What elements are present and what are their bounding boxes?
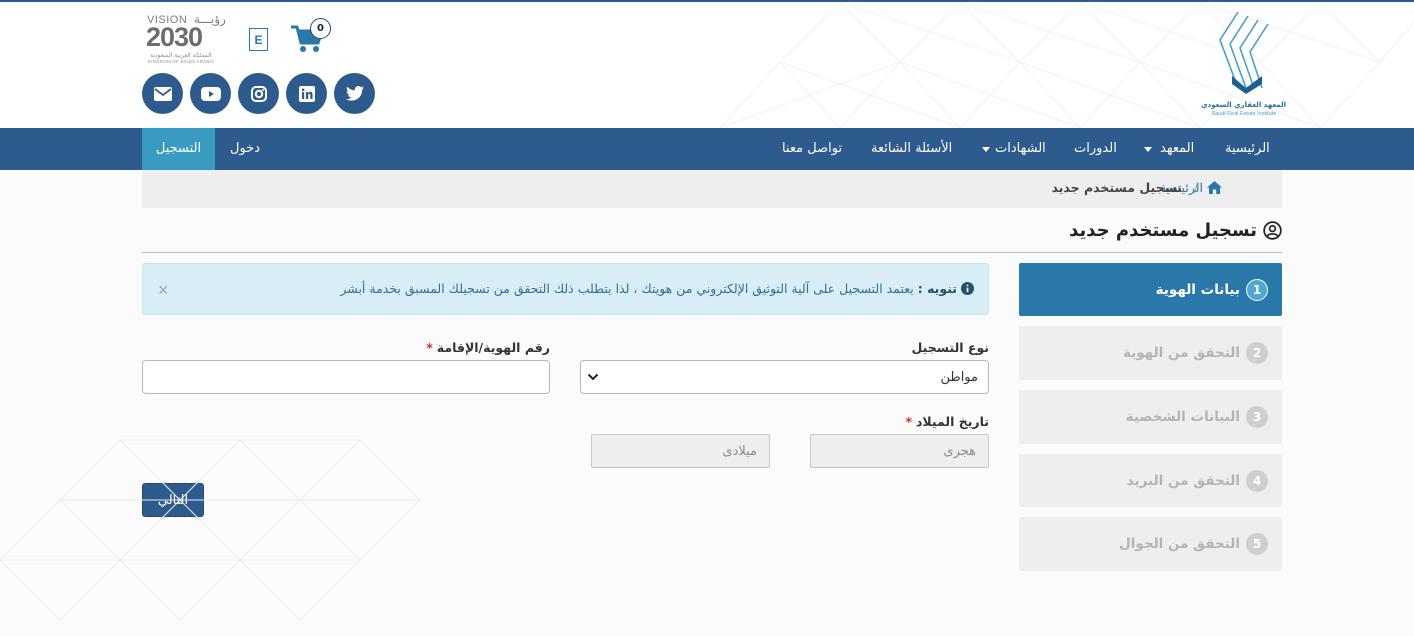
- cart-button[interactable]: 0: [290, 18, 332, 54]
- step-identity-verification: 2 التحقق من الهوية: [1019, 326, 1282, 380]
- instagram-icon: [250, 85, 267, 102]
- step-number: 3: [1246, 406, 1268, 428]
- nav-item-certificates-label: الشهادات: [995, 141, 1046, 156]
- step-number: 2: [1246, 342, 1268, 364]
- twitter-icon: [345, 86, 364, 101]
- step-identity-data[interactable]: 1 بيانات الهوية: [1019, 263, 1282, 316]
- page-title-text: تسجيل مستخدم جديد: [1069, 220, 1257, 241]
- main-navigation: التسجيل دخول تواصل معنا الأسئلة الشائعة …: [0, 128, 1414, 170]
- hijri-date-input[interactable]: هجرى: [810, 434, 989, 468]
- header-background-pattern: [719, 2, 1414, 128]
- id-number-label: رقم الهوية/الإقامة *: [426, 340, 550, 355]
- instagram-button[interactable]: [238, 73, 279, 114]
- vision-sub-en: KINGDOM OF SAUDI ARABIA: [148, 59, 215, 64]
- chevron-down-icon: [982, 146, 990, 152]
- user-circle-icon: [1263, 221, 1282, 240]
- cart-count-badge: 0: [310, 18, 331, 39]
- nav-register-tab[interactable]: التسجيل: [142, 128, 215, 170]
- site-header: VISION رؤيـــة 2030 المملكة العربية السع…: [0, 2, 1414, 128]
- alert-message: تنويه : يعتمد التسجيل على آلية التوثيق ا…: [340, 281, 974, 296]
- gregorian-placeholder: ميلادى: [722, 444, 757, 459]
- envelope-icon: [153, 86, 172, 101]
- nav-item-certificates[interactable]: الشهادات: [982, 128, 1046, 170]
- breadcrumb-separator: /: [1193, 180, 1198, 195]
- nav-item-institute[interactable]: المعهد: [1144, 128, 1194, 170]
- gregorian-date-input[interactable]: ميلادى: [591, 434, 770, 468]
- youtube-button[interactable]: [190, 73, 231, 114]
- chevron-down-icon: [587, 373, 599, 381]
- background-pattern: [0, 439, 421, 621]
- institute-logo[interactable]: المعهد العقاري السعودي Saudi Real Estate…: [1198, 10, 1288, 122]
- info-alert: تنويه : يعتمد التسجيل على آلية التوثيق ا…: [142, 263, 989, 315]
- title-divider: [142, 252, 1282, 253]
- close-icon[interactable]: ×: [158, 280, 169, 301]
- registration-type-value: مواطن: [940, 370, 978, 385]
- vision-year: 2030: [146, 22, 203, 52]
- step-label: البيانات الشخصية: [1125, 409, 1240, 425]
- youtube-icon: [200, 86, 221, 101]
- page-title: تسجيل مستخدم جديد: [1069, 220, 1282, 241]
- nav-item-courses[interactable]: الدورات: [1074, 128, 1117, 170]
- id-number-label-text: رقم الهوية/الإقامة: [436, 340, 550, 355]
- logo-text-en: Saudi Real Estate Institute: [1211, 111, 1277, 117]
- alert-body: يعتمد التسجيل على آلية التوثيق الإلكترون…: [340, 281, 914, 296]
- step-number: 4: [1246, 469, 1268, 492]
- language-toggle-button[interactable]: E: [249, 28, 268, 51]
- required-mark: *: [426, 340, 433, 355]
- step-label: التحقق من الهوية: [1122, 345, 1240, 361]
- info-icon: [961, 282, 974, 295]
- twitter-button[interactable]: [334, 73, 375, 114]
- step-label: التحقق من الجوال: [1119, 536, 1240, 552]
- vision-sub-ar: المملكة العربية السعودية: [150, 52, 212, 59]
- required-mark: *: [905, 414, 912, 429]
- registration-type-label: نوع التسجيل: [911, 340, 990, 355]
- step-label: التحقق من البريد: [1126, 472, 1240, 489]
- linkedin-icon: [298, 85, 315, 102]
- nav-item-contact[interactable]: تواصل معنا: [782, 128, 842, 170]
- breadcrumb: الرئيسية / تسجيل مستخدم جديد: [142, 170, 1282, 208]
- email-button[interactable]: [142, 73, 183, 114]
- birth-date-label-text: تاريخ الميلاد: [915, 414, 989, 429]
- alert-title: تنويه :: [917, 281, 957, 296]
- step-mobile-verification: 5 التحقق من الجوال: [1019, 517, 1282, 571]
- registration-type-select[interactable]: مواطن: [580, 360, 989, 394]
- vision-2030-logo: VISION رؤيـــة 2030 المملكة العربية السع…: [144, 12, 226, 66]
- nav-login-link[interactable]: دخول: [230, 128, 260, 170]
- breadcrumb-current: تسجيل مستخدم جديد: [1051, 180, 1182, 195]
- logo-emblem-icon: [1219, 11, 1269, 94]
- hijri-placeholder: هجرى: [943, 444, 976, 459]
- step-number: 1: [1246, 278, 1268, 301]
- chevron-down-icon: [1144, 146, 1152, 152]
- nav-item-institute-label: المعهد: [1160, 141, 1195, 156]
- step-number: 5: [1246, 533, 1268, 555]
- step-email-verification: 4 التحقق من البريد: [1019, 454, 1282, 507]
- home-icon: [1207, 181, 1222, 194]
- nav-item-home[interactable]: الرئيسية: [1225, 128, 1270, 170]
- nav-item-faq[interactable]: الأسئلة الشائعة: [871, 128, 952, 170]
- linkedin-button[interactable]: [286, 73, 327, 114]
- birth-date-label: تاريخ الميلاد *: [905, 414, 989, 429]
- step-personal-data: 3 البيانات الشخصية: [1019, 390, 1282, 444]
- step-label: بيانات الهوية: [1155, 281, 1240, 298]
- logo-text-ar: المعهد العقاري السعودي: [1201, 101, 1286, 109]
